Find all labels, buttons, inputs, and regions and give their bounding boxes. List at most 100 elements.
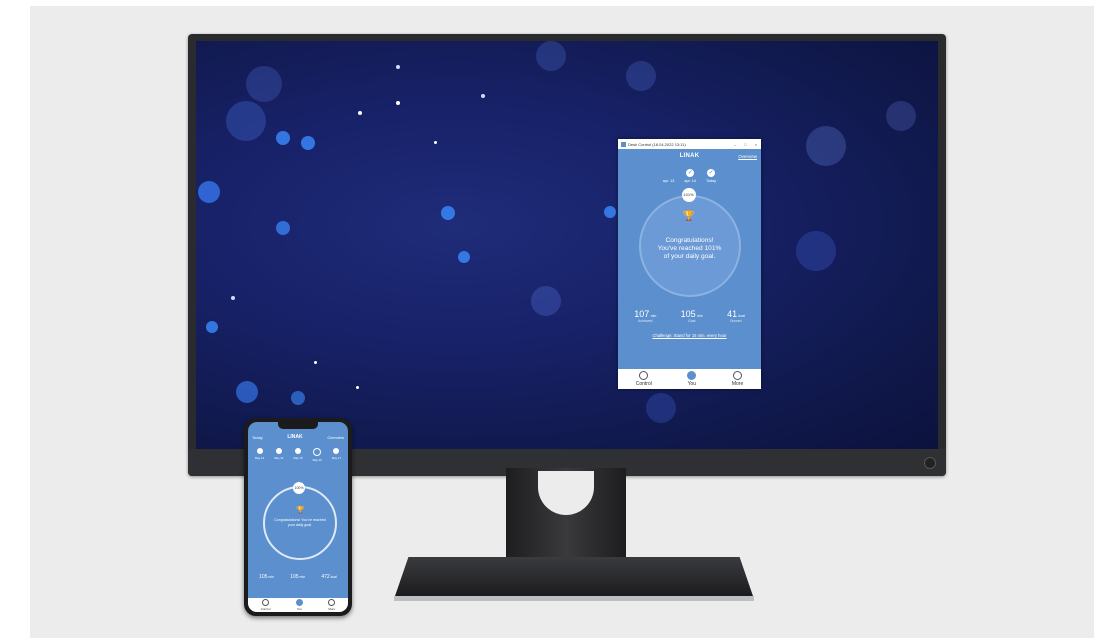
bokeh-light [796,231,836,271]
control-icon [639,371,649,380]
goal-progress-ring: 101% 🏆 Congratulations! You've reached 1… [638,188,741,297]
tab-you[interactable]: You [687,369,697,389]
congrats-line: You've reached 101% [657,245,722,252]
congrats-line: of your daily goal. [663,253,716,260]
day-label: Today [706,179,717,183]
phone-congrats-message: Congratulations! You've reached your dai… [274,518,326,527]
tab-more[interactable]: More [732,369,743,389]
star-dot [396,65,400,69]
challenge-link[interactable]: Challenge: Stand for 15 min. every hour [618,333,761,338]
more-icon [328,599,336,606]
you-icon [295,599,303,606]
bokeh-light [531,286,561,316]
phone-tab-control[interactable]: Control [260,598,271,612]
progress-icon [313,448,322,456]
stat-unit: min [299,575,306,579]
phone-brand-logo: LINAK [287,434,303,440]
phone-header-left[interactable]: Today [252,435,263,440]
bokeh-light [458,251,470,263]
stat-value: 41 [727,309,738,319]
minimize-icon[interactable]: – [734,142,736,147]
stat-achieved: 107 min Achieved [634,309,656,323]
check-icon [333,448,340,454]
overview-link[interactable]: Overview [738,154,757,159]
congrats-message: Congratulations! You've reached 101% of … [649,237,731,261]
monitor [188,34,946,476]
phone-stats-row: 105 min 105 min 472 kcal [251,574,345,580]
tab-label: Control [260,607,271,611]
desktop-wallpaper [196,41,938,449]
bokeh-light [246,66,282,102]
app-header: LINAK Overview [618,149,761,163]
window-titlebar[interactable]: Desk Control (18.04.2022 13:11) – □ × [618,139,761,149]
day-item[interactable]: apr. 13 [663,169,675,183]
phone-day-item[interactable]: May 13 [255,448,264,462]
star-dot [314,361,317,364]
bokeh-light [806,126,846,166]
bokeh-light [536,41,566,71]
tab-label: You [296,607,302,611]
stat-value: 472 [321,574,330,580]
bokeh-light [886,101,916,131]
phone-tab-bar: Control You More [248,598,348,612]
day-item[interactable]: ✓ Today [706,169,716,183]
more-icon [733,371,743,380]
app-icon [621,141,626,147]
phone-stat: 472 kcal [321,574,337,580]
day-label: May 16 [312,458,322,462]
bottom-tab-bar: Control You More [618,369,761,389]
desk-control-window: Desk Control (18.04.2022 13:11) – □ × LI… [618,139,761,389]
phone-overview-link[interactable]: Overview [327,435,344,440]
percent-badge: 101% [681,188,696,202]
window-controls: – □ × [734,142,761,147]
stat-value: 105 [259,574,268,580]
star-dot [396,101,400,105]
day-label: May 15 [293,456,303,460]
tab-label: More [328,607,336,611]
phone-day-item[interactable]: May 14 [274,448,283,462]
bokeh-light [626,61,656,91]
star-dot [356,386,359,389]
phone-day-item[interactable]: May 15 [293,448,303,462]
window-title: Desk Control (18.04.2022 13:11) [628,141,686,147]
check-icon: ✓ [707,169,716,177]
bokeh-light [206,321,218,333]
close-icon[interactable]: × [755,142,757,147]
phone-day-history: May 13 May 14 May 15 May 16 May 17 [248,448,348,462]
phone-notch [278,422,318,429]
star-dot [434,141,437,144]
tab-control[interactable]: Control [636,369,652,389]
stat-label: Goal [688,319,696,323]
bokeh-light [441,206,455,220]
phone-day-item[interactable]: May 16 [313,448,322,462]
stand-base-edge [394,596,754,601]
phone-stat: 105 min [259,574,274,580]
day-label: apr. 14 [684,179,697,183]
day-label: apr. 13 [662,179,675,183]
bokeh-light [646,393,676,423]
day-label: May 14 [274,456,284,460]
check-icon: ✓ [686,169,695,177]
bokeh-light [301,136,315,150]
bokeh-light [198,181,220,203]
trophy-icon: 🏆 [682,211,695,222]
day-history: apr. 13 ✓ apr. 14 ✓ Today [618,163,761,183]
phone-tab-more[interactable]: More [328,598,336,612]
stat-value: 105 [290,574,299,580]
phone-day-item[interactable]: May 17 [332,448,341,462]
bokeh-light [276,131,290,145]
maximize-icon[interactable]: □ [744,142,746,147]
stat-unit: min [697,314,703,318]
stat-burned: 41 kcal Burned [727,309,745,323]
power-button[interactable] [924,457,936,469]
tab-label: You [687,381,697,387]
tab-label: More [731,381,744,387]
bokeh-light [276,221,290,235]
bokeh-light [291,391,305,405]
phone-tab-you[interactable]: You [295,598,303,612]
stat-unit: kcal [330,575,337,579]
monitor-stand-base [394,557,754,599]
star-dot [231,296,235,300]
stat-label: Burned [730,319,742,323]
day-item[interactable]: ✓ apr. 14 [684,169,696,183]
